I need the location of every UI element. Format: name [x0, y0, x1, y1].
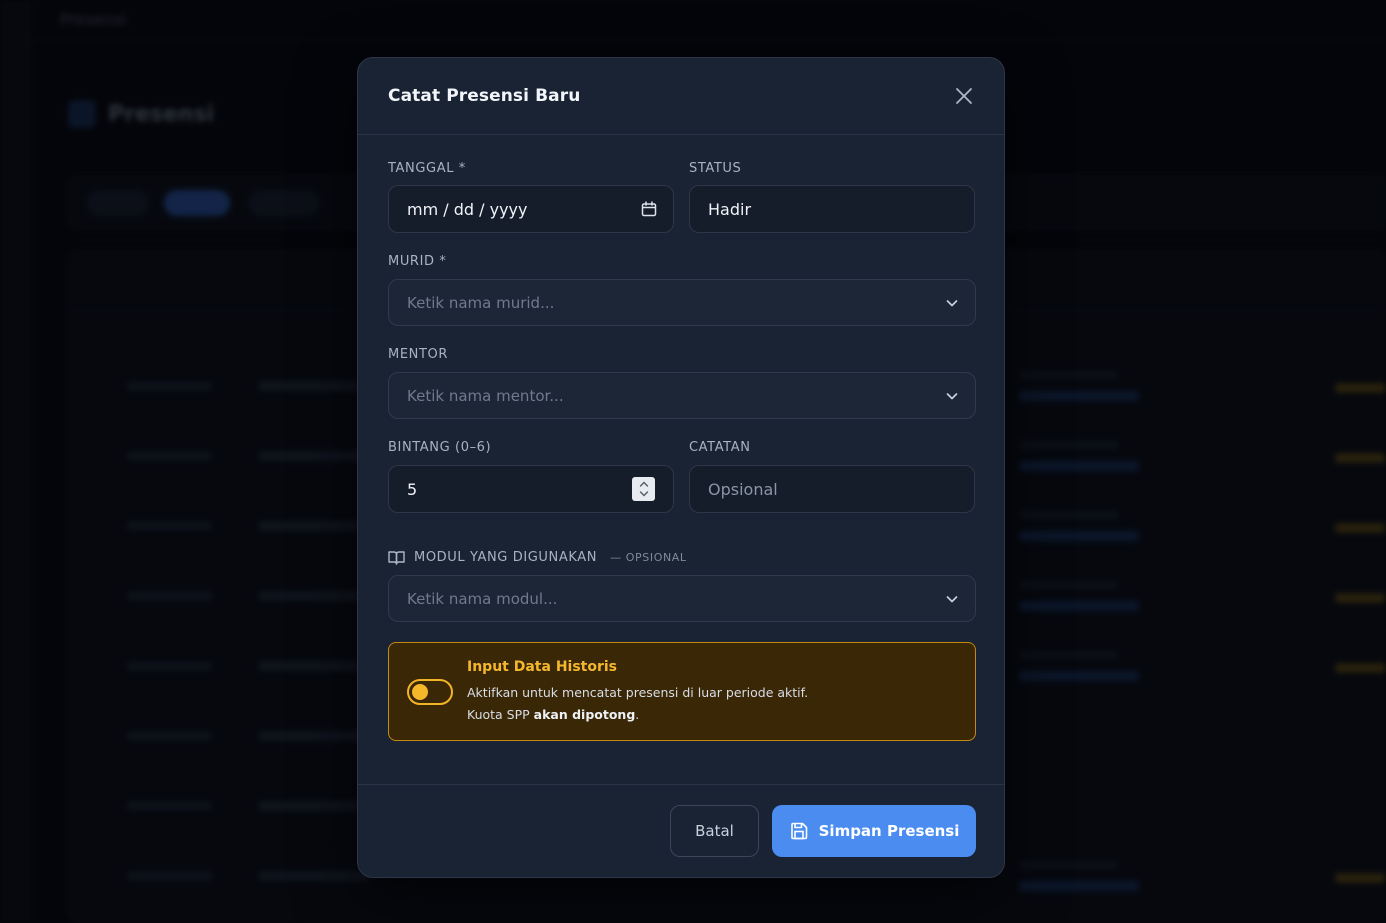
modul-label: MODUL YANG DIGUNAKAN — [414, 550, 598, 565]
toggle-knob — [412, 684, 428, 700]
save-icon — [790, 822, 807, 840]
modul-combobox[interactable]: Ketik nama modul... — [388, 575, 976, 622]
historis-description: Aktifkan untuk mencatat presensi di luar… — [467, 685, 809, 700]
bintang-label: BINTANG (0–6) — [388, 440, 492, 455]
modal-footer: Batal Simpan Presensi — [358, 784, 1004, 877]
status-label: STATUS — [689, 161, 742, 176]
bintang-number-input[interactable]: 5 — [388, 465, 674, 513]
catatan-label: CATATAN — [689, 440, 751, 455]
save-label: Simpan Presensi — [818, 822, 960, 840]
tanggal-date-input[interactable]: mm / dd / yyyy — [388, 185, 674, 233]
close-icon — [956, 88, 972, 104]
modul-label-row: MODUL YANG DIGUNAKAN — OPSIONAL — [388, 550, 687, 565]
historis-title: Input Data Historis — [467, 659, 618, 675]
mentor-label: MENTOR — [388, 347, 448, 362]
number-spinner[interactable] — [632, 477, 655, 501]
cancel-label: Batal — [695, 822, 734, 840]
mentor-combobox[interactable]: Ketik nama mentor... — [388, 372, 976, 419]
historis-note-suffix: . — [635, 707, 640, 722]
historis-note-prefix: Kuota SPP — [467, 707, 534, 722]
murid-label: MURID * — [388, 254, 447, 269]
historis-toggle[interactable] — [407, 679, 453, 705]
historis-note-bold: akan dipotong — [533, 707, 636, 722]
tanggal-label: TANGGAL * — [388, 161, 466, 176]
tanggal-value: mm / dd / yyyy — [407, 199, 528, 219]
modal-header: Catat Presensi Baru — [358, 58, 1004, 135]
calendar-icon[interactable] — [641, 201, 657, 217]
historis-note: Kuota SPP akan dipotong. — [467, 707, 639, 722]
chevron-down-icon[interactable] — [945, 592, 959, 606]
modul-optional-tag: — OPSIONAL — [610, 551, 687, 564]
modal-title: Catat Presensi Baru — [388, 86, 581, 106]
book-icon — [388, 551, 405, 565]
status-value: Hadir — [708, 199, 752, 219]
close-button[interactable] — [950, 82, 978, 110]
bintang-value: 5 — [407, 479, 418, 499]
murid-placeholder: Ketik nama murid... — [407, 293, 555, 312]
modul-placeholder: Ketik nama modul... — [407, 589, 558, 608]
attendance-modal: Catat Presensi Baru TANGGAL * mm / dd / … — [357, 57, 1005, 878]
status-select[interactable]: Hadir — [689, 185, 975, 233]
save-button[interactable]: Simpan Presensi — [772, 805, 976, 857]
catatan-placeholder: Opsional — [708, 479, 778, 499]
chevron-down-icon[interactable] — [945, 296, 959, 310]
chevron-down-icon[interactable] — [945, 389, 959, 403]
cancel-button[interactable]: Batal — [670, 805, 759, 857]
catatan-input[interactable]: Opsional — [689, 465, 975, 513]
modal-body: TANGGAL * mm / dd / yyyy STATUS Hadir MU… — [358, 135, 1004, 786]
murid-combobox[interactable]: Ketik nama murid... — [388, 279, 976, 326]
historis-panel: Input Data Historis Aktifkan untuk menca… — [388, 642, 976, 741]
mentor-placeholder: Ketik nama mentor... — [407, 386, 564, 405]
